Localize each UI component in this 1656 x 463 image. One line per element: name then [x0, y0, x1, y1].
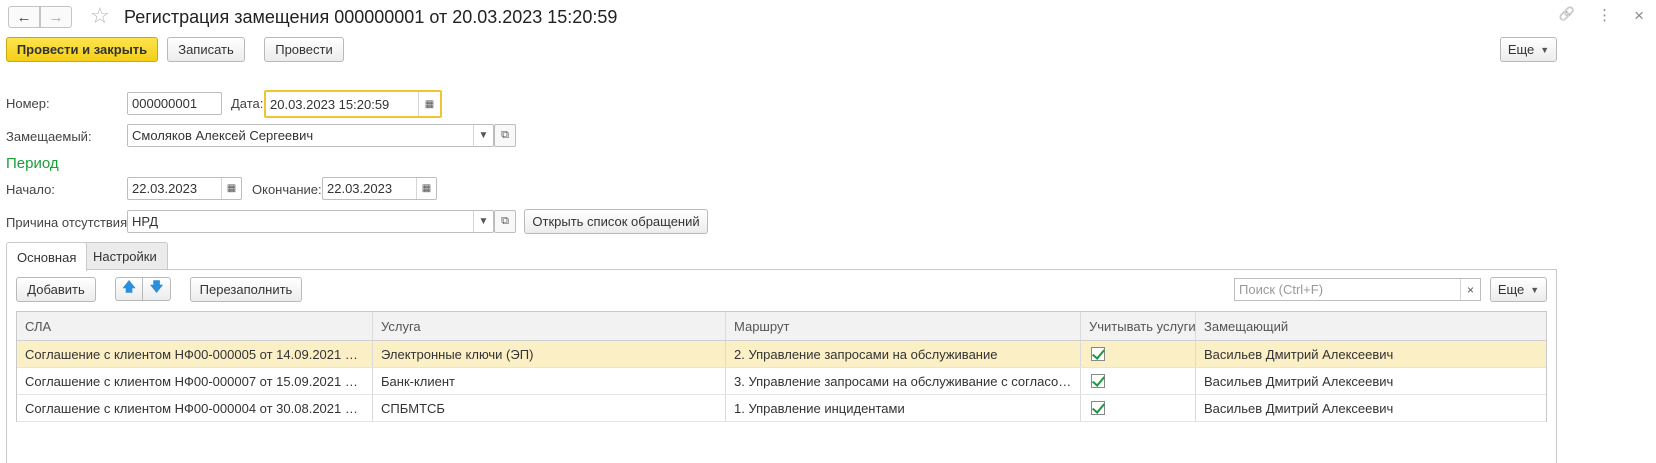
calendar-icon[interactable]: ▦: [418, 92, 440, 116]
link-icon[interactable]: 🔗: [1559, 6, 1575, 26]
search-placeholder: Поиск (Ctrl+F): [1239, 282, 1324, 297]
dropdown-icon[interactable]: ▼: [473, 125, 493, 146]
table-row[interactable]: Соглашение с клиентом НФ00-000005 от 14.…: [17, 341, 1546, 368]
more-vert-icon[interactable]: ⋮: [1597, 6, 1612, 26]
cell-substitute: Васильев Дмитрий Алексеевич: [1204, 346, 1394, 362]
table-row[interactable]: Соглашение с клиентом НФ00-000004 от 30.…: [17, 395, 1546, 422]
start-date-field[interactable]: 22.03.2023 ▦: [127, 177, 242, 200]
open-reason-button[interactable]: ⧉: [494, 210, 516, 233]
start-label: Начало:: [6, 182, 55, 197]
substituted-label: Замещаемый:: [6, 129, 92, 144]
column-header-service[interactable]: Услуга: [373, 312, 726, 340]
table-row[interactable]: Соглашение с клиентом НФ00-000007 от 15.…: [17, 368, 1546, 395]
search-input[interactable]: Поиск (Ctrl+F) ×: [1234, 278, 1481, 301]
date-label: Дата:: [231, 96, 264, 111]
arrow-left-icon: ←: [16, 8, 32, 26]
open-window-icon: ⧉: [501, 215, 509, 227]
cell-service: Банк-клиент: [373, 368, 726, 394]
tab-main[interactable]: Основная: [6, 242, 88, 271]
add-button[interactable]: Добавить: [16, 277, 96, 302]
date-field[interactable]: 20.03.2023 15:20:59 ▦: [264, 90, 442, 118]
column-header-route[interactable]: Маршрут: [726, 312, 1081, 340]
forward-button[interactable]: →: [40, 6, 72, 28]
post-button[interactable]: Провести: [264, 37, 344, 62]
window-controls: 🔗 ⋮ ×: [1559, 6, 1644, 26]
checkbox-checked[interactable]: [1091, 401, 1105, 415]
cell-consider: [1081, 368, 1196, 394]
page-title: Регистрация замещения 000000001 от 20.03…: [124, 7, 618, 27]
cell-service: СПБМТСБ: [373, 395, 726, 421]
number-label: Номер:: [6, 96, 50, 111]
chevron-down-icon: ▼: [1540, 44, 1550, 55]
arrow-right-icon: →: [48, 8, 64, 26]
open-window-icon: ⧉: [501, 129, 509, 141]
reason-field[interactable]: НРД ▼: [127, 210, 494, 233]
tab-settings[interactable]: Настройки: [82, 242, 168, 270]
arrow-up-icon: 🡅: [122, 279, 136, 294]
cell-consider: [1081, 395, 1196, 421]
period-section-title: Период: [6, 155, 59, 172]
table-more-label: Еще: [1497, 282, 1525, 297]
move-buttons: 🡅 🡇: [115, 277, 171, 301]
end-label: Окончание:: [252, 182, 322, 197]
cell-sla: Соглашение с клиентом НФ00-000004 от 30.…: [17, 395, 373, 421]
number-field[interactable]: 000000001: [127, 92, 222, 115]
column-header-substitute[interactable]: Замещающий: [1196, 312, 1546, 340]
cell-substitute: Васильев Дмитрий Алексеевич: [1204, 400, 1394, 416]
table-header: СЛА Услуга Маршрут Учитывать услуги Заме…: [17, 312, 1546, 341]
arrow-down-icon: 🡇: [149, 279, 164, 294]
cell-substitute: Васильев Дмитрий Алексеевич: [1204, 373, 1394, 389]
checkbox-checked[interactable]: [1091, 374, 1105, 388]
back-button[interactable]: ←: [8, 6, 40, 28]
move-down-button[interactable]: 🡇: [143, 277, 171, 301]
move-up-button[interactable]: 🡅: [115, 277, 143, 301]
more-button[interactable]: Еще ▼: [1500, 37, 1557, 62]
refill-button[interactable]: Перезаполнить: [190, 277, 302, 302]
post-and-close-button[interactable]: Провести и закрыть: [6, 37, 158, 62]
open-requests-button[interactable]: Открыть список обращений: [524, 209, 708, 234]
clear-search-icon[interactable]: ×: [1460, 279, 1480, 300]
reason-label: Причина отсутствия:: [6, 215, 131, 230]
favorite-star-icon[interactable]: ☆: [90, 3, 110, 29]
cell-route: 3. Управление запросами на обслуживание …: [726, 368, 1081, 394]
column-header-consider[interactable]: Учитывать услуги: [1081, 312, 1196, 340]
dropdown-icon[interactable]: ▼: [473, 211, 493, 232]
save-button[interactable]: Записать: [167, 37, 245, 62]
substitution-table: СЛА Услуга Маршрут Учитывать услуги Заме…: [16, 311, 1547, 422]
more-label: Еще: [1507, 42, 1535, 57]
cell-consider: [1081, 341, 1196, 367]
cell-sla: Соглашение с клиентом НФ00-000007 от 15.…: [17, 368, 373, 394]
cell-service: Электронные ключи (ЭП): [373, 341, 726, 367]
open-substituted-button[interactable]: ⧉: [494, 124, 516, 147]
cell-sla: Соглашение с клиентом НФ00-000005 от 14.…: [17, 341, 373, 367]
close-icon[interactable]: ×: [1634, 6, 1644, 26]
column-header-sla[interactable]: СЛА: [17, 312, 373, 340]
chevron-down-icon: ▼: [1530, 284, 1540, 295]
calendar-icon[interactable]: ▦: [221, 178, 241, 199]
calendar-icon[interactable]: ▦: [416, 178, 436, 199]
substituted-field[interactable]: Смоляков Алексей Сергеевич ▼: [127, 124, 494, 147]
cell-route: 2. Управление запросами на обслуживание: [726, 341, 1081, 367]
table-more-button[interactable]: Еще ▼: [1490, 277, 1547, 302]
end-date-field[interactable]: 22.03.2023 ▦: [322, 177, 437, 200]
cell-route: 1. Управление инцидентами: [726, 395, 1081, 421]
checkbox-checked[interactable]: [1091, 347, 1105, 361]
